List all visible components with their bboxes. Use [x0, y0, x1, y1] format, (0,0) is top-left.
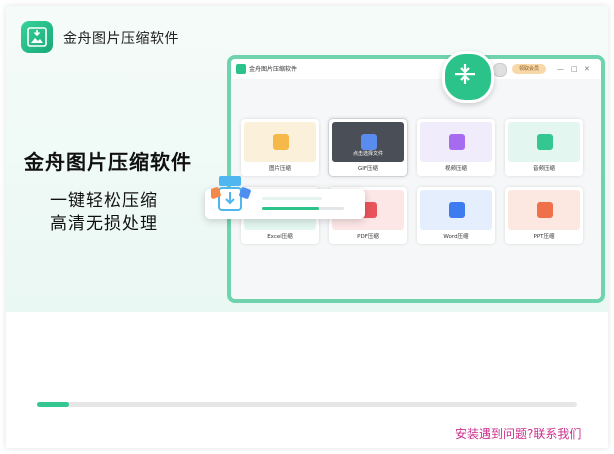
app-logo-icon	[21, 21, 53, 53]
feature-card-label: PPT压缩	[533, 234, 555, 240]
install-progress-bar	[37, 402, 577, 407]
feature-thumb	[508, 190, 580, 230]
popup-progress-track	[262, 207, 344, 210]
file-stack-icon	[211, 176, 251, 211]
ppt-icon	[537, 202, 553, 218]
feature-card[interactable]: 视频压缩	[417, 119, 495, 176]
close-icon: ✕	[584, 65, 590, 73]
avatar-icon	[493, 63, 507, 77]
feature-thumb	[244, 122, 316, 162]
feature-thumb: 点击选择文件	[332, 122, 404, 162]
feature-card[interactable]: 点击选择文件 GIF压缩	[329, 119, 407, 176]
hero-banner: 金舟图片压缩软件 金舟图片压缩软件 一键轻松压缩 高清无损处理 金舟图片压缩软件…	[6, 6, 608, 312]
select-file-hint: 点击选择文件	[352, 151, 383, 157]
video-icon	[449, 134, 465, 150]
feature-card-label: Word压缩	[443, 234, 469, 240]
audio-icon	[537, 134, 553, 150]
vip-badge: 领取会员	[512, 64, 546, 74]
feature-card-label: Excel压缩	[267, 234, 293, 240]
hero-headline: 金舟图片压缩软件	[24, 150, 192, 174]
preview-title: 金舟图片压缩软件	[249, 66, 298, 73]
feature-card[interactable]: 图片压缩	[241, 119, 319, 176]
feature-thumb	[508, 122, 580, 162]
app-title: 金舟图片压缩软件	[63, 31, 179, 47]
feature-thumb	[420, 122, 492, 162]
feature-card[interactable]: PPT压缩	[505, 187, 583, 244]
app-preview-window: 金舟图片压缩软件 领取会员 — □ ✕ 图片压缩 点击选择文件 GIF压缩 视频压缩 音…	[227, 55, 605, 303]
popup-progress-fill	[262, 207, 320, 210]
feature-card[interactable]: 音频压缩	[505, 119, 583, 176]
feature-card-label: PDF压缩	[357, 234, 379, 240]
popup-track-1	[262, 197, 322, 200]
install-progress-fill	[37, 402, 70, 407]
gif-icon	[361, 134, 377, 150]
hero-tagline-1: 一键轻松压缩	[50, 191, 158, 211]
maximize-icon: □	[571, 65, 578, 73]
hero-tagline-2: 高清无损处理	[50, 214, 158, 234]
feature-thumb	[420, 190, 492, 230]
preview-logo-icon	[236, 64, 246, 74]
feature-card-label: 音频压缩	[532, 166, 555, 172]
feature-card-label: 图片压缩	[268, 166, 291, 172]
minimize-icon: —	[557, 65, 564, 73]
feature-card[interactable]: Word压缩	[417, 187, 495, 244]
installer-window: 金舟图片压缩软件 金舟图片压缩软件 一键轻松压缩 高清无损处理 金舟图片压缩软件…	[6, 6, 608, 448]
feature-card-label: 视频压缩	[444, 166, 467, 172]
help-contact-link[interactable]: 安装遇到问题?联系我们	[455, 425, 581, 442]
image-icon	[273, 134, 289, 150]
preview-title-bar: 金舟图片压缩软件 领取会员 — □ ✕	[231, 59, 601, 79]
compress-badge-icon	[442, 51, 494, 103]
feature-card-label: GIF压缩	[357, 166, 379, 172]
word-icon	[449, 202, 465, 218]
